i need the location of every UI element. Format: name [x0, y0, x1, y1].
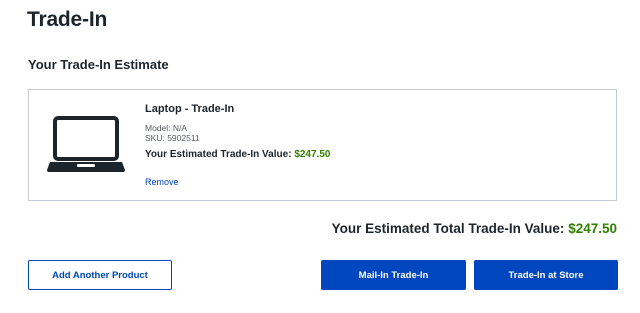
page-title: Trade-In — [27, 8, 108, 31]
section-title: Your Trade-In Estimate — [28, 57, 169, 72]
mail-in-trade-in-button[interactable]: Mail-In Trade-In — [321, 260, 466, 290]
total-value-line: Your Estimated Total Trade-In Value: $24… — [332, 221, 617, 236]
trade-in-item-card: Laptop - Trade-In Model: N/A SKU: 590251… — [28, 89, 617, 201]
total-value-label: Your Estimated Total Trade-In Value: — [331, 221, 565, 236]
add-another-product-button[interactable]: Add Another Product — [28, 260, 172, 290]
estimated-value-label: Your Estimated Trade-In Value: — [145, 149, 292, 160]
trade-in-at-store-button[interactable]: Trade-In at Store — [474, 260, 618, 290]
trade-in-page: Trade-In Your Trade-In Estimate Laptop -… — [0, 0, 640, 313]
laptop-icon — [47, 116, 125, 172]
product-model: Model: N/A — [145, 123, 188, 133]
estimated-value-amount: $247.50 — [294, 149, 331, 160]
product-sku: SKU: 5902511 — [145, 133, 200, 143]
product-name: Laptop - Trade-In — [145, 103, 235, 115]
estimated-value-line: Your Estimated Trade-In Value: $247.50 — [145, 149, 330, 160]
remove-link[interactable]: Remove — [145, 177, 179, 187]
total-value-amount: $247.50 — [568, 221, 617, 236]
